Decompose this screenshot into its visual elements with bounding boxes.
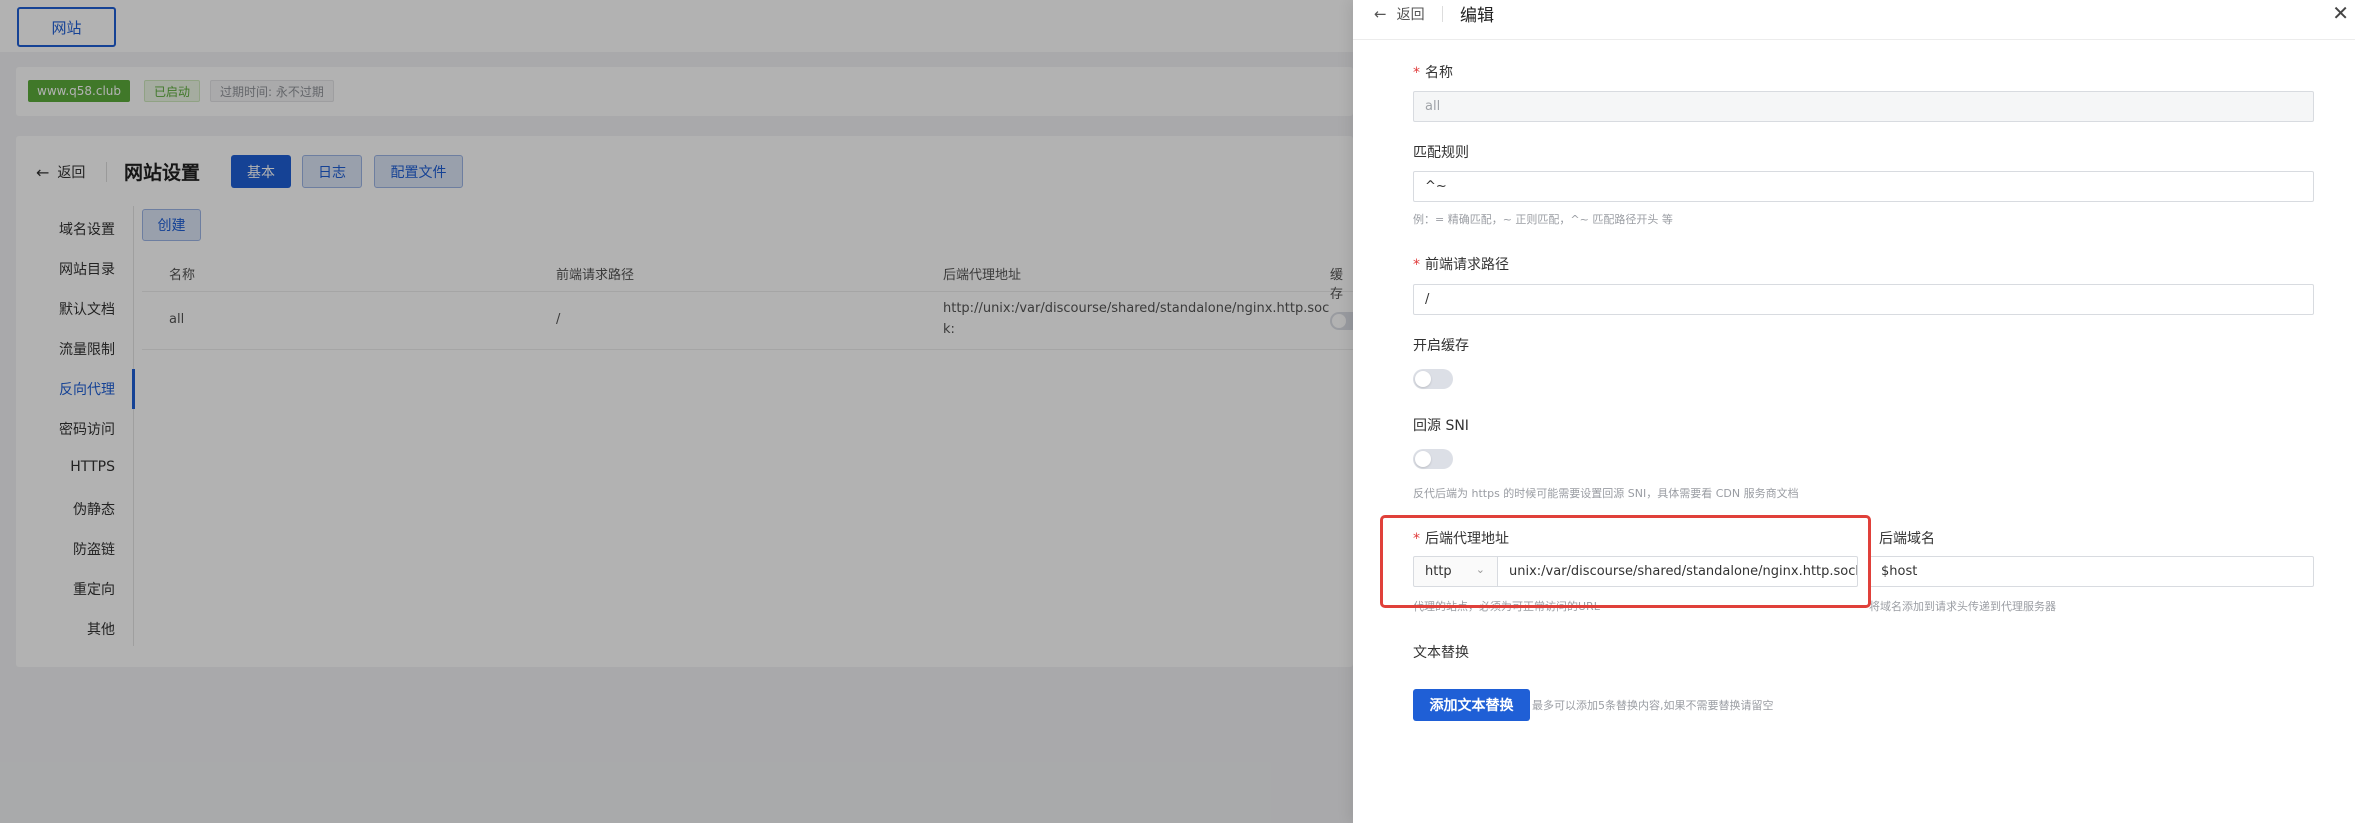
protocol-value: http xyxy=(1425,564,1452,579)
cache-toggle[interactable] xyxy=(1413,369,1453,389)
add-text-replace-button[interactable]: 添加文本替换 xyxy=(1413,689,1530,721)
drawer-back-label: 返回 xyxy=(1396,7,1425,23)
match-rule-input[interactable]: ^~ xyxy=(1413,171,2314,202)
proxy-address-input[interactable]: unix:/var/discourse/shared/standalone/ng… xyxy=(1497,556,1858,587)
cache-label: 开启缓存 xyxy=(1413,338,1469,354)
host-input[interactable]: $host xyxy=(1869,556,2314,587)
host-hint: 将域名添加到请求头传递到代理服务器 xyxy=(1869,600,2056,613)
path-label-text: 前端请求路径 xyxy=(1425,257,1509,273)
text-replace-hint: 最多可以添加5条替换内容,如果不需要替换请留空 xyxy=(1532,699,1774,712)
sni-hint: 反代后端为 https 的时候可能需要设置回源 SNI，具体需要看 CDN 服务… xyxy=(1413,487,1799,500)
required-mark: * xyxy=(1413,531,1420,547)
proxy-label: * 后端代理地址 xyxy=(1413,528,1509,548)
path-label: * 前端请求路径 xyxy=(1413,254,1509,274)
arrow-left-icon: ← xyxy=(1374,5,1387,23)
name-label-text: 名称 xyxy=(1425,65,1453,81)
match-rule-label: 匹配规则 xyxy=(1413,145,1469,161)
modal-overlay[interactable] xyxy=(0,0,1353,823)
proxy-label-text: 后端代理地址 xyxy=(1425,531,1509,547)
name-label: * 名称 xyxy=(1413,62,1453,82)
divider xyxy=(1442,6,1443,22)
required-mark: * xyxy=(1413,65,1420,81)
drawer-title: 编辑 xyxy=(1460,6,1494,26)
proxy-hint: 代理的站点，必须为可正常访问的URL xyxy=(1413,600,1600,613)
path-input[interactable]: / xyxy=(1413,284,2314,315)
text-replace-label: 文本替换 xyxy=(1413,645,1469,661)
drawer-header: ← 返回 编辑 ✕ xyxy=(1353,0,2355,40)
host-label: 后端域名 xyxy=(1879,531,1935,547)
chevron-down-icon: ⌄ xyxy=(1475,563,1485,576)
drawer-back-button[interactable]: ← 返回 xyxy=(1374,4,1425,24)
close-icon[interactable]: ✕ xyxy=(2332,0,2349,26)
sni-toggle[interactable] xyxy=(1413,449,1453,469)
name-input[interactable]: all xyxy=(1413,91,2314,122)
match-rule-hint: 例：= 精确匹配，~ 正则匹配，^~ 匹配路径开头 等 xyxy=(1413,213,1673,226)
required-mark: * xyxy=(1413,257,1420,273)
edit-drawer: ← 返回 编辑 ✕ * 名称 all 匹配规则 ^~ 例：= 精确匹配，~ 正则匹… xyxy=(1353,0,2355,823)
sni-label: 回源 SNI xyxy=(1413,418,1469,434)
protocol-select[interactable]: http ⌄ xyxy=(1413,556,1498,587)
